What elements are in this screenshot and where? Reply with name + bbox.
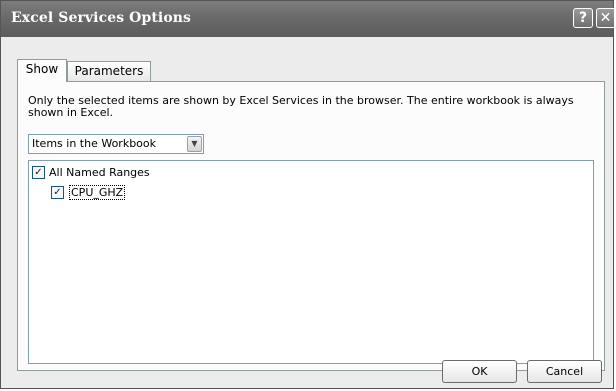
chevron-down-icon[interactable]: ▼ bbox=[187, 136, 202, 152]
dialog-title: Excel Services Options bbox=[11, 10, 192, 26]
show-tab-panel: Only the selected items are shown by Exc… bbox=[17, 81, 605, 371]
items-dropdown[interactable]: Items in the Workbook ▼ bbox=[28, 134, 204, 154]
ok-button[interactable]: OK bbox=[442, 360, 517, 383]
all-named-ranges-checkbox[interactable]: ✓ bbox=[32, 166, 45, 179]
close-icon: ✕ bbox=[599, 10, 612, 26]
tab-show[interactable]: Show bbox=[17, 59, 67, 82]
tree-item-label: All Named Ranges bbox=[49, 166, 150, 179]
dialog-window: Excel Services Options ? ✕ Show Paramete… bbox=[0, 0, 614, 389]
tree-item-label: CPU_GHZ bbox=[69, 185, 126, 200]
cancel-button[interactable]: Cancel bbox=[527, 360, 602, 383]
dropdown-selected-value: Items in the Workbook bbox=[32, 137, 157, 150]
help-button[interactable]: ? bbox=[573, 8, 593, 28]
help-icon: ? bbox=[578, 10, 588, 26]
close-button[interactable]: ✕ bbox=[596, 8, 614, 28]
items-tree[interactable]: ✓ All Named Ranges ✓ CPU_GHZ bbox=[28, 160, 594, 364]
cpu-ghz-checkbox[interactable]: ✓ bbox=[51, 186, 64, 199]
title-bar[interactable]: Excel Services Options ? ✕ bbox=[1, 1, 614, 37]
dialog-body: Show Parameters Only the selected items … bbox=[1, 37, 613, 388]
tab-parameters[interactable]: Parameters bbox=[67, 61, 151, 81]
description-text: Only the selected items are shown by Exc… bbox=[28, 94, 574, 119]
